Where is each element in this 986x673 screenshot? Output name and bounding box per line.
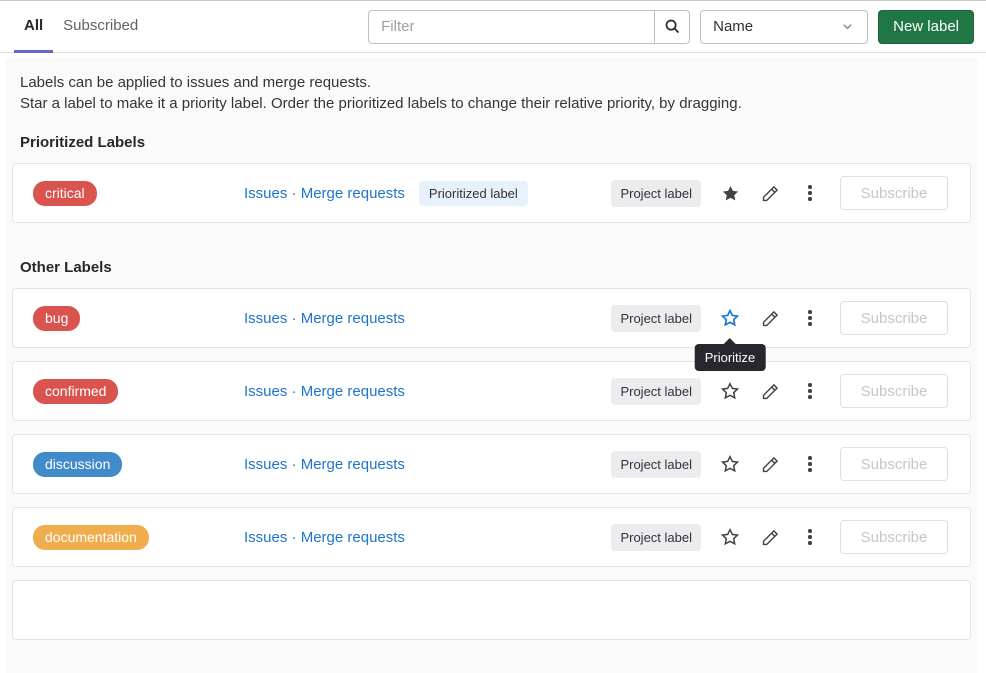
label-links: Issues · Merge requests	[244, 529, 405, 546]
unprioritize-star-button[interactable]	[710, 173, 750, 213]
label-pill-documentation[interactable]: documentation	[33, 525, 149, 550]
issues-link[interactable]: Issues	[244, 383, 287, 400]
star-outline-icon	[720, 454, 740, 474]
label-actions-kebab-button[interactable]	[790, 371, 830, 411]
merge-requests-link[interactable]: Merge requests	[301, 383, 405, 400]
label-row-critical: critical Issues · Merge requests Priorit…	[12, 163, 971, 223]
subscribe-button[interactable]: Subscribe	[840, 301, 948, 335]
kebab-menu-icon	[808, 310, 812, 326]
pencil-icon	[761, 184, 780, 203]
issues-link[interactable]: Issues	[244, 310, 287, 327]
link-separator: ·	[292, 310, 297, 327]
project-label-badge: Project label	[611, 451, 701, 478]
pencil-icon	[761, 455, 780, 474]
star-outline-icon	[720, 381, 740, 401]
edit-label-button[interactable]	[750, 371, 790, 411]
label-row-discussion: discussion Issues · Merge requests Proje…	[12, 434, 971, 494]
project-label-badge: Project label	[611, 180, 701, 207]
subscribe-button[interactable]: Subscribe	[840, 176, 948, 210]
issues-link[interactable]: Issues	[244, 185, 287, 202]
pencil-icon	[761, 528, 780, 547]
header-controls: Name New label	[368, 10, 974, 44]
link-separator: ·	[292, 383, 297, 400]
label-actions-kebab-button[interactable]	[790, 298, 830, 338]
labels-panel: Labels can be applied to issues and merg…	[5, 57, 978, 673]
merge-requests-link[interactable]: Merge requests	[301, 529, 405, 546]
kebab-menu-icon	[808, 185, 812, 201]
label-pill-critical[interactable]: critical	[33, 181, 97, 206]
labels-header: All Subscribed Name New label	[0, 1, 986, 53]
merge-requests-link[interactable]: Merge requests	[301, 185, 405, 202]
subscribe-button[interactable]: Subscribe	[840, 447, 948, 481]
filter-input[interactable]	[368, 10, 654, 44]
star-filled-icon	[721, 184, 740, 203]
tab-all[interactable]: All	[14, 1, 53, 53]
edit-label-button[interactable]	[750, 517, 790, 557]
sort-dropdown[interactable]: Name	[700, 10, 868, 44]
label-actions-kebab-button[interactable]	[790, 444, 830, 484]
issues-link[interactable]: Issues	[244, 529, 287, 546]
edit-label-button[interactable]	[750, 444, 790, 484]
link-separator: ·	[292, 456, 297, 473]
project-label-badge: Project label	[611, 524, 701, 551]
label-pill-discussion[interactable]: discussion	[33, 452, 122, 477]
subscribe-button[interactable]: Subscribe	[840, 520, 948, 554]
prioritize-tooltip: Prioritize	[695, 344, 766, 371]
prioritized-labels-heading: Prioritized Labels	[12, 134, 971, 151]
label-links: Issues · Merge requests	[244, 185, 405, 202]
project-label-badge: Project label	[611, 378, 701, 405]
prioritize-star-button[interactable]	[710, 517, 750, 557]
label-actions-kebab-button[interactable]	[790, 173, 830, 213]
label-pill-confirmed[interactable]: confirmed	[33, 379, 118, 404]
link-separator: ·	[292, 185, 297, 202]
filter-group	[368, 10, 690, 44]
label-row-bug: bug Issues · Merge requests Project labe…	[12, 288, 971, 348]
issues-link[interactable]: Issues	[244, 456, 287, 473]
edit-label-button[interactable]	[750, 298, 790, 338]
prioritize-star-button[interactable]: Prioritize	[710, 298, 750, 338]
merge-requests-link[interactable]: Merge requests	[301, 456, 405, 473]
labels-description: Labels can be applied to issues and merg…	[12, 72, 971, 114]
star-outline-icon	[720, 527, 740, 547]
label-links: Issues · Merge requests	[244, 456, 405, 473]
link-separator: ·	[292, 529, 297, 546]
pencil-icon	[761, 309, 780, 328]
kebab-menu-icon	[808, 456, 812, 472]
chevron-down-icon	[840, 19, 855, 34]
kebab-menu-icon	[808, 529, 812, 545]
sort-dropdown-value: Name	[713, 18, 753, 35]
description-line-2: Star a label to make it a priority label…	[20, 93, 971, 114]
label-row-confirmed: confirmed Issues · Merge requests Projec…	[12, 361, 971, 421]
new-label-button[interactable]: New label	[878, 10, 974, 44]
label-pill-bug[interactable]: bug	[33, 306, 80, 331]
label-row-partial	[12, 580, 971, 640]
search-icon	[664, 18, 681, 35]
subscribe-button[interactable]: Subscribe	[840, 374, 948, 408]
label-links: Issues · Merge requests	[244, 383, 405, 400]
description-line-1: Labels can be applied to issues and merg…	[20, 72, 971, 93]
edit-label-button[interactable]	[750, 173, 790, 213]
kebab-menu-icon	[808, 383, 812, 399]
prioritized-label-badge: Prioritized label	[419, 181, 528, 206]
prioritize-star-button[interactable]	[710, 444, 750, 484]
merge-requests-link[interactable]: Merge requests	[301, 310, 405, 327]
tab-subscribed[interactable]: Subscribed	[53, 1, 148, 53]
search-button[interactable]	[654, 10, 690, 44]
project-label-badge: Project label	[611, 305, 701, 332]
label-links: Issues · Merge requests	[244, 310, 405, 327]
prioritize-star-button[interactable]	[710, 371, 750, 411]
label-row-documentation: documentation Issues · Merge requests Pr…	[12, 507, 971, 567]
label-tabs: All Subscribed	[14, 1, 148, 52]
label-actions-kebab-button[interactable]	[790, 517, 830, 557]
other-labels-heading: Other Labels	[12, 259, 971, 276]
star-outline-icon-hover	[720, 308, 740, 328]
pencil-icon	[761, 382, 780, 401]
